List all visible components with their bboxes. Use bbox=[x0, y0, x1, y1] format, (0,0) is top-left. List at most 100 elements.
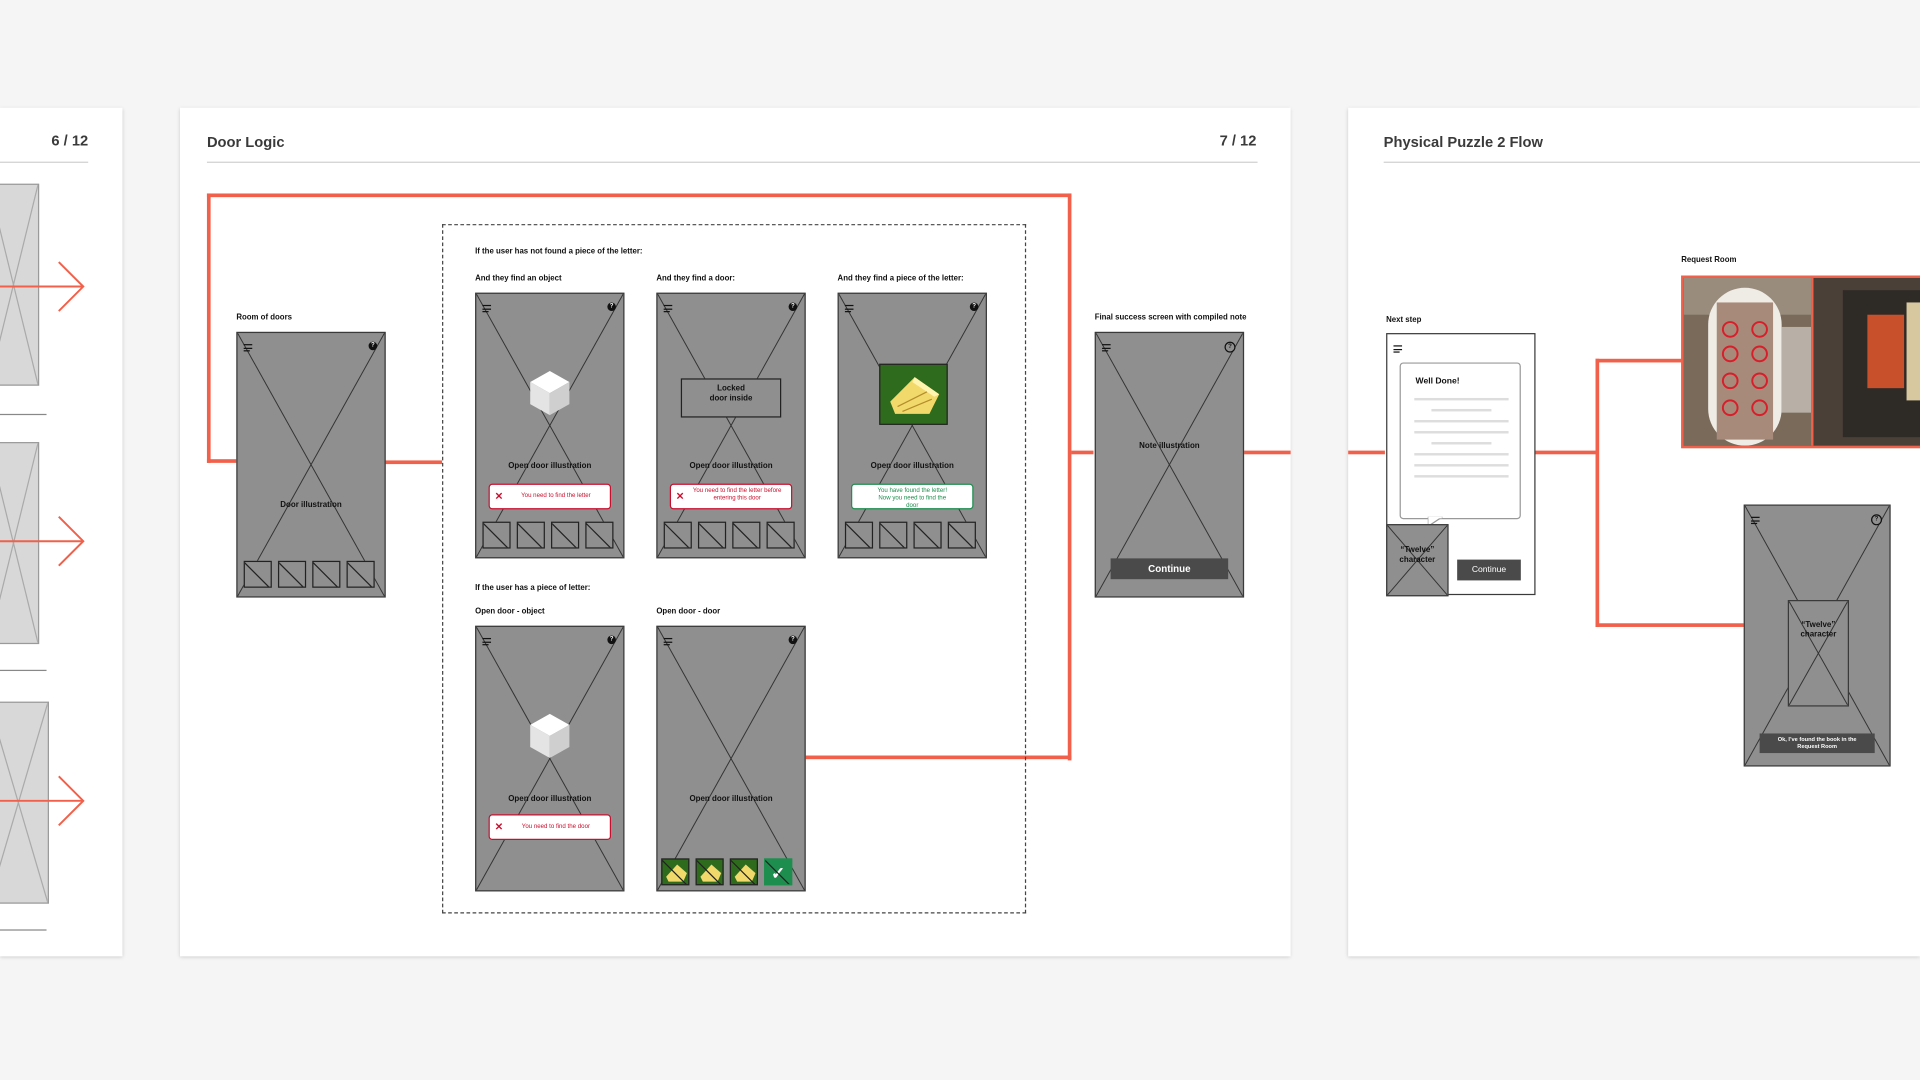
room-of-doors-label: Room of doors bbox=[236, 313, 292, 323]
flow-line bbox=[1071, 450, 1094, 455]
object-case-label: And they find an object bbox=[475, 274, 562, 283]
menu-icon[interactable] bbox=[663, 637, 673, 646]
empty-slot[interactable] bbox=[732, 521, 761, 549]
cube-icon[interactable] bbox=[529, 713, 571, 760]
character-caption: “Twelve” character bbox=[1399, 546, 1436, 565]
success-message: You have found the letter! Now you need … bbox=[851, 483, 974, 510]
help-icon[interactable]: ? bbox=[788, 302, 798, 312]
page-number: 7 / 12 bbox=[1219, 132, 1257, 150]
close-icon: ✕ bbox=[494, 490, 503, 502]
door-case-label: And they find a door: bbox=[656, 274, 736, 283]
dialog-bubble: Well Done! bbox=[1399, 362, 1521, 527]
open-door-label: Open door - door bbox=[656, 607, 721, 616]
empty-slot[interactable] bbox=[551, 521, 580, 549]
flow-line bbox=[206, 459, 237, 463]
room-of-doors-screen: ? Door illustration bbox=[236, 331, 386, 598]
empty-slot[interactable] bbox=[482, 521, 511, 549]
open-door-caption: Open door illustration bbox=[508, 461, 592, 471]
board-puzzle-flow: Physical Puzzle 2 Flow Next step Well Do… bbox=[1348, 107, 1920, 957]
help-icon[interactable]: ? bbox=[788, 635, 798, 645]
letter-piece-slot[interactable] bbox=[661, 858, 690, 886]
note-illustration-caption: Note illustration bbox=[1139, 442, 1200, 451]
inventory-slots bbox=[844, 521, 976, 549]
flow-line bbox=[384, 460, 443, 465]
flow-line bbox=[1244, 450, 1291, 455]
locked-door-box[interactable]: Locked door inside bbox=[680, 378, 782, 418]
empty-slot[interactable] bbox=[277, 560, 307, 588]
empty-slot[interactable] bbox=[516, 521, 545, 549]
empty-slot[interactable] bbox=[585, 521, 614, 549]
check-icon[interactable]: ✓ bbox=[764, 858, 793, 886]
open-object-label: Open door - object bbox=[475, 607, 545, 616]
flow-line bbox=[1595, 358, 1682, 363]
not-found-heading: If the user has not found a piece of the… bbox=[475, 247, 643, 256]
menu-icon[interactable] bbox=[663, 304, 673, 313]
empty-slot[interactable] bbox=[697, 521, 727, 549]
empty-slot[interactable] bbox=[766, 521, 795, 549]
text-placeholder bbox=[1414, 397, 1509, 486]
object-case-screen: ? Open door illustration ✕ You need to f… bbox=[475, 292, 625, 559]
flow-line bbox=[1595, 358, 1600, 627]
has-letter-heading: If the user has a piece of letter: bbox=[475, 584, 591, 593]
continue-button[interactable]: Continue bbox=[1110, 558, 1229, 580]
empty-slot[interactable] bbox=[243, 560, 272, 588]
letter-piece-slot[interactable] bbox=[695, 858, 724, 886]
empty-slot[interactable] bbox=[663, 521, 692, 549]
help-icon[interactable]: ? bbox=[1871, 514, 1883, 526]
letter-piece-image[interactable] bbox=[879, 363, 948, 425]
flow-line bbox=[1595, 623, 1744, 627]
request-room-screen: ? “Twelve” character Ok, I’ve found the … bbox=[1743, 504, 1891, 767]
empty-slot[interactable] bbox=[346, 560, 375, 588]
flow-line bbox=[1533, 450, 1598, 455]
error-message: ✕ You need to find the door bbox=[488, 814, 612, 841]
letter-case-screen: ? Open door illustration You have found … bbox=[837, 292, 987, 559]
empty-slot[interactable] bbox=[879, 521, 908, 549]
character-image: “Twelve” character bbox=[1386, 524, 1449, 597]
next-step-screen: Well Done! “Twelve” character Continue bbox=[1386, 333, 1536, 597]
door-case-screen: ? Locked door inside Open door illustrat… bbox=[656, 292, 806, 559]
board-6: 6 / 12 bbox=[0, 107, 123, 957]
empty-slot[interactable] bbox=[844, 521, 874, 549]
board-title: Door Logic bbox=[206, 133, 285, 151]
flow-line bbox=[1067, 193, 1072, 761]
menu-icon[interactable] bbox=[482, 637, 492, 646]
menu-icon[interactable] bbox=[844, 304, 854, 313]
open-door-screen: ? Open door illustration ✓ bbox=[656, 625, 806, 892]
menu-icon[interactable] bbox=[1393, 345, 1403, 353]
board-door-logic: Door Logic 7 / 12 Room of doors ? Door i… bbox=[180, 107, 1291, 957]
open-door-caption: Open door illustration bbox=[870, 461, 954, 471]
menu-icon[interactable] bbox=[243, 344, 253, 352]
open-door-caption: Open door illustration bbox=[508, 794, 592, 804]
help-icon[interactable]: ? bbox=[607, 302, 616, 312]
open-door-caption: Open door illustration bbox=[689, 794, 773, 804]
menu-icon[interactable] bbox=[1102, 344, 1111, 352]
menu-icon[interactable] bbox=[1751, 516, 1760, 525]
continue-button[interactable]: Continue bbox=[1457, 559, 1521, 581]
flow-arrows bbox=[0, 261, 85, 827]
empty-slot[interactable] bbox=[947, 521, 976, 549]
final-screen: ? Note illustration Continue bbox=[1094, 331, 1245, 598]
help-icon[interactable]: ? bbox=[607, 635, 616, 645]
canvas: 6 / 12 Door Logic 7 / 12 Room of doors ?… bbox=[0, 0, 1920, 1080]
letter-case-label: And they find a piece of the letter: bbox=[837, 274, 964, 283]
error-message: ✕ You need to find the letter before ent… bbox=[669, 483, 793, 510]
error-message: ✕ You need to find the letter bbox=[488, 483, 612, 510]
inventory-slots bbox=[663, 521, 795, 549]
cube-icon[interactable] bbox=[529, 370, 571, 417]
found-book-button[interactable]: Ok, I’ve found the book in the Request R… bbox=[1759, 733, 1875, 754]
error-text: You need to find the letter bbox=[521, 492, 591, 500]
next-step-label: Next step bbox=[1386, 315, 1422, 325]
help-icon[interactable]: ? bbox=[368, 341, 378, 351]
request-room-photo bbox=[1683, 277, 1920, 446]
help-icon[interactable]: ? bbox=[969, 302, 979, 312]
menu-icon[interactable] bbox=[482, 304, 492, 313]
final-label: Final success screen with compiled note bbox=[1094, 313, 1247, 323]
flow-line bbox=[1348, 450, 1385, 455]
title-divider bbox=[206, 161, 1258, 163]
board-title: Physical Puzzle 2 Flow bbox=[1383, 133, 1543, 151]
empty-slot[interactable] bbox=[312, 560, 341, 588]
letter-piece-slot[interactable] bbox=[729, 858, 758, 886]
help-icon[interactable]: ? bbox=[1224, 341, 1236, 353]
close-icon: ✕ bbox=[494, 821, 503, 833]
empty-slot[interactable] bbox=[913, 521, 942, 549]
